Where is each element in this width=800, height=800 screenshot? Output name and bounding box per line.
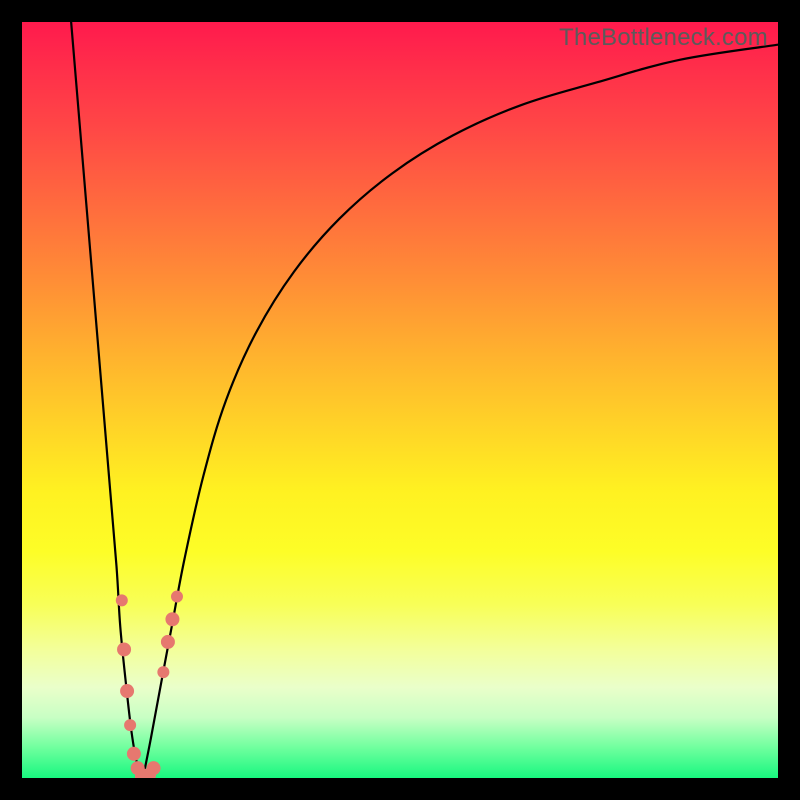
data-marker: [147, 761, 161, 775]
data-marker: [117, 642, 131, 656]
data-marker: [171, 591, 183, 603]
data-marker: [116, 594, 128, 606]
data-marker: [161, 635, 175, 649]
curve-layer: [22, 22, 778, 778]
data-marker: [127, 747, 141, 761]
plot-area: TheBottleneck.com: [22, 22, 778, 778]
chart-frame: TheBottleneck.com: [0, 0, 800, 800]
data-marker: [124, 719, 136, 731]
series-right-branch: [143, 45, 778, 778]
data-marker: [120, 684, 134, 698]
data-marker: [165, 612, 179, 626]
curves-group: [71, 22, 778, 778]
series-left-branch: [71, 22, 143, 778]
data-marker: [157, 666, 169, 678]
